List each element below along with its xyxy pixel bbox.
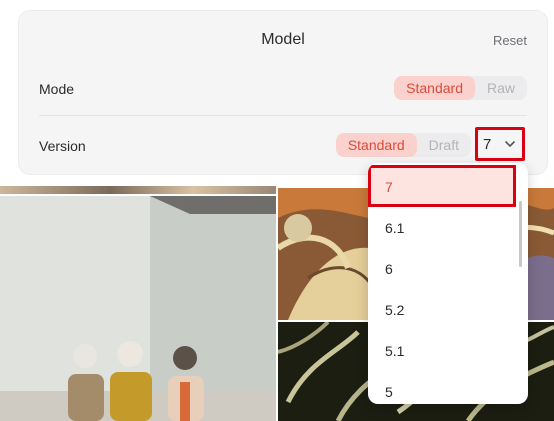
version-draft-button[interactable]: Draft xyxy=(417,133,471,157)
selected-option-highlight xyxy=(368,165,516,207)
mode-raw-button[interactable]: Raw xyxy=(475,76,527,100)
divider xyxy=(39,115,527,116)
mode-standard-button[interactable]: Standard xyxy=(394,76,475,100)
mode-toggle: Standard Raw xyxy=(394,76,527,100)
image-strip xyxy=(0,186,276,194)
version-standard-button[interactable]: Standard xyxy=(335,133,417,157)
reset-button[interactable]: Reset xyxy=(493,33,527,48)
dropdown-scrollbar[interactable] xyxy=(519,201,522,267)
dropdown-option[interactable]: 5 xyxy=(368,372,516,404)
women-photo xyxy=(0,196,276,421)
model-settings-panel: Model Reset Mode Standard Raw Version St… xyxy=(18,10,548,175)
chevron-down-icon xyxy=(505,141,515,147)
version-select[interactable]: 7 xyxy=(475,127,525,161)
version-dropdown: 7 6.1 6 5.2 5.1 5 xyxy=(368,163,528,404)
dropdown-option[interactable]: 5.1 xyxy=(368,331,516,371)
dropdown-option[interactable]: 5.2 xyxy=(368,290,516,330)
mode-label: Mode xyxy=(39,81,75,97)
version-style-toggle: Standard Draft xyxy=(335,133,471,157)
version-select-value: 7 xyxy=(483,136,492,153)
dropdown-option[interactable]: 6.1 xyxy=(368,208,516,248)
version-label: Version xyxy=(39,138,86,154)
dropdown-option[interactable]: 6 xyxy=(368,249,516,289)
panel-title: Model xyxy=(261,31,305,48)
gallery-image-women[interactable] xyxy=(0,196,276,421)
